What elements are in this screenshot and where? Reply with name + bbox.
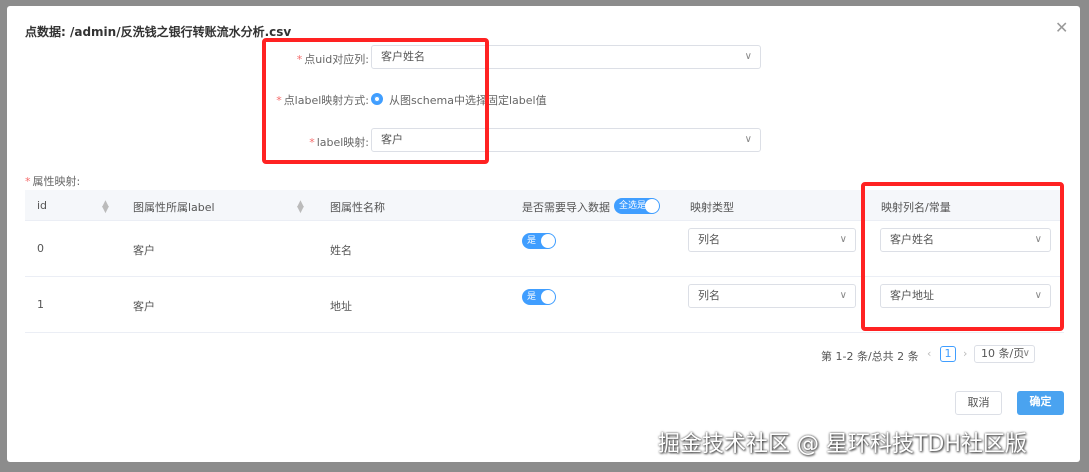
type-select[interactable]: 列名 ∨ [688,284,856,308]
highlight-box-form [262,38,489,164]
page-1[interactable]: 1 [940,346,956,362]
cell-label: 客户 [133,300,155,313]
highlight-box-column [861,182,1064,331]
cell-name: 地址 [330,300,352,313]
cell-label: 客户 [133,244,155,257]
watermark: 掘金技术社区 @ 星环科技TDH社区版 [658,432,1027,457]
next-page-icon[interactable]: › [963,347,967,360]
close-icon[interactable]: ✕ [1055,18,1068,37]
col-label: 图属性所属label [133,201,215,214]
chevron-down-icon: ∨ [839,234,847,245]
import-switch[interactable]: 是 [522,289,556,305]
type-select[interactable]: 列名 ∨ [688,228,856,252]
cell-name: 姓名 [330,244,352,257]
dialog: 点数据: /admin/反洗钱之银行转账流水分析.csv ✕ * 点uid对应列:… [7,6,1080,462]
attr-mapping-label: * 属性映射: [25,175,81,188]
chevron-down-icon: ∨ [839,290,847,301]
cell-id: 1 [37,298,44,311]
dialog-title: 点数据: /admin/反洗钱之银行转账流水分析.csv [25,25,292,39]
chevron-down-icon: ∨ [744,51,752,62]
select-all-switch[interactable]: 全选是 [614,198,660,214]
col-type: 映射类型 [690,201,734,214]
cancel-button[interactable]: 取消 [955,391,1002,415]
chevron-down-icon: ∨ [1022,348,1030,359]
col-import: 是否需要导入数据 [522,201,610,214]
cell-id: 0 [37,242,44,255]
sort-icon[interactable]: ▲ ▼ [102,200,109,215]
col-name: 图属性名称 [330,201,385,214]
col-id: id [37,199,48,212]
divider [25,332,1064,333]
chevron-down-icon: ∨ [744,134,752,145]
page-size-select[interactable]: 10 条/页 ∨ [974,345,1035,363]
confirm-button[interactable]: 确定 [1017,391,1064,415]
pagination-summary: 第 1-2 条/总共 2 条 [821,350,919,363]
sort-icon[interactable]: ▲ ▼ [297,200,304,215]
prev-page-icon[interactable]: ‹ [927,347,931,360]
import-switch[interactable]: 是 [522,233,556,249]
